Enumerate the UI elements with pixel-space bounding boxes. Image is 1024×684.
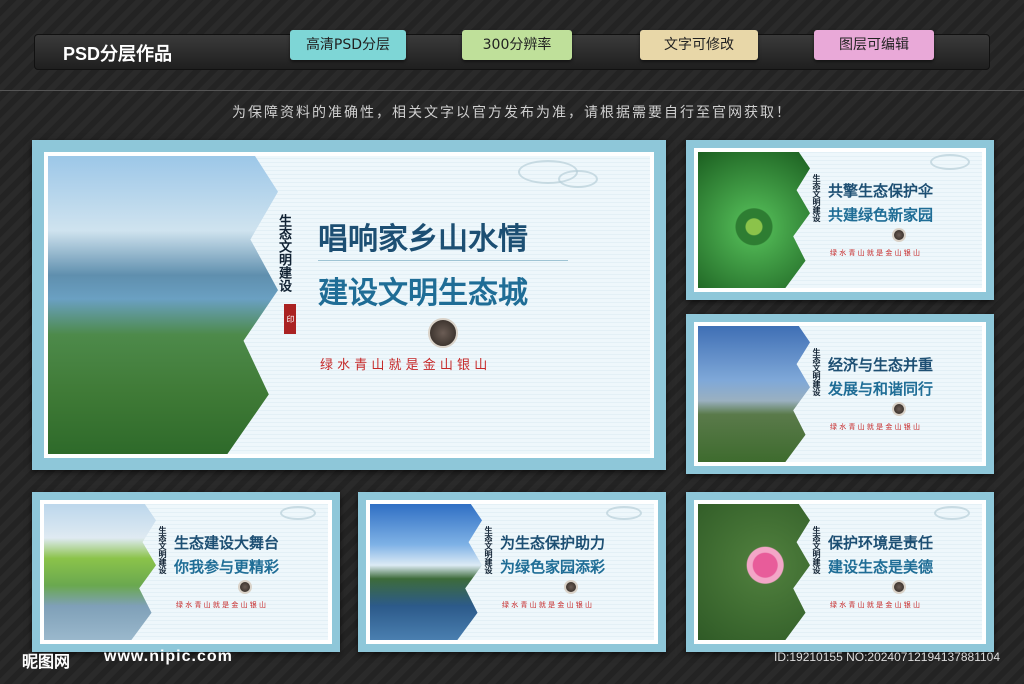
- board-title-1: 唱响家乡山水情: [318, 222, 528, 257]
- lotus-birds-photo: [698, 504, 810, 640]
- forest-aerial-photo: [698, 152, 810, 288]
- emblem-icon: [428, 318, 458, 348]
- seal-text: 生态文明建设: [484, 526, 494, 574]
- title-rule: [318, 260, 568, 261]
- slogan-text: 绿 水 青 山 就 是 金 山 银 山: [502, 601, 593, 609]
- board-title-2: 共建绿色新家园: [828, 206, 934, 224]
- cloud-ornament-icon: [558, 170, 598, 188]
- slogan-text: 绿 水 青 山 就 是 金 山 银 山: [176, 601, 267, 609]
- city-skyline-photo: [698, 326, 810, 462]
- city-lake-photo: [48, 156, 278, 454]
- watermark-url: www.nipic.com: [104, 648, 233, 665]
- board-title-1: 共擎生态保护伞: [828, 182, 934, 200]
- board-title-2: 建设文明生态城: [318, 276, 528, 311]
- board-2-inner: 生态文明建设 共擎生态保护伞 共建绿色新家园 绿 水 青 山 就 是 金 山 银…: [694, 148, 986, 292]
- emblem-icon: [892, 402, 906, 416]
- tag-hd-psd: 高清PSD分层: [290, 30, 406, 60]
- emblem-icon: [238, 580, 252, 594]
- cloud-ornament-icon: [934, 506, 970, 520]
- divider: [0, 90, 1024, 91]
- board-3-inner: 生态文明建设 经济与生态并重 发展与和谐同行 绿 水 青 山 就 是 金 山 银…: [694, 322, 986, 466]
- slogan-text: 绿 水 青 山 就 是 金 山 银 山: [320, 358, 488, 373]
- seal-text: 生态文明建设: [158, 526, 168, 574]
- emblem-icon: [564, 580, 578, 594]
- emblem-icon: [892, 580, 906, 594]
- brand-title: PSD分层作品: [63, 44, 173, 64]
- board-title-2: 建设生态是美德: [828, 558, 934, 576]
- watermark-logo: 昵图网: [22, 652, 71, 671]
- board-6: 生态文明建设 保护环境是责任 建设生态是美德 绿 水 青 山 就 是 金 山 银…: [686, 492, 994, 652]
- image-id-text: ID:19210155 NO:20240712194137881104: [774, 650, 1000, 664]
- slogan-text: 绿 水 青 山 就 是 金 山 银 山: [830, 601, 921, 609]
- emblem-icon: [892, 228, 906, 242]
- cloud-ornament-icon: [606, 506, 642, 520]
- seal-text: 生态文明建设: [812, 348, 822, 396]
- tag-editable-layers: 图层可编辑: [814, 30, 934, 60]
- board-title-1: 保护环境是责任: [828, 534, 934, 552]
- seal-text: 生态文明建设: [276, 214, 291, 292]
- board-main: 生态文明建设 印 唱响家乡山水情 建设文明生态城 绿 水 青 山 就 是 金 山…: [32, 140, 666, 470]
- board-title-2: 你我参与更精彩: [174, 558, 280, 576]
- tag-editable-text: 文字可修改: [640, 30, 758, 60]
- board-5: 生态文明建设 为生态保护助力 为绿色家园添彩 绿 水 青 山 就 是 金 山 银…: [358, 492, 666, 652]
- slogan-text: 绿 水 青 山 就 是 金 山 银 山: [830, 423, 921, 431]
- board-title-1: 生态建设大舞台: [174, 534, 280, 552]
- board-2: 生态文明建设 共擎生态保护伞 共建绿色新家园 绿 水 青 山 就 是 金 山 银…: [686, 140, 994, 300]
- cloud-ornament-icon: [280, 506, 316, 520]
- board-5-inner: 生态文明建设 为生态保护助力 为绿色家园添彩 绿 水 青 山 就 是 金 山 银…: [366, 500, 658, 644]
- board-title-1: 为生态保护助力: [500, 534, 606, 552]
- cranes-wetland-photo: [44, 504, 156, 640]
- seal-text: 生态文明建设: [812, 526, 822, 574]
- tag-resolution: 300分辨率: [462, 30, 572, 60]
- board-main-inner: 生态文明建设 印 唱响家乡山水情 建设文明生态城 绿 水 青 山 就 是 金 山…: [44, 152, 654, 458]
- seal-text: 生态文明建设: [812, 174, 822, 222]
- board-6-inner: 生态文明建设 保护环境是责任 建设生态是美德 绿 水 青 山 就 是 金 山 银…: [694, 500, 986, 644]
- board-4-inner: 生态文明建设 生态建设大舞台 你我参与更精彩 绿 水 青 山 就 是 金 山 银…: [40, 500, 332, 644]
- board-title-2: 为绿色家园添彩: [500, 558, 606, 576]
- board-title-1: 经济与生态并重: [828, 356, 934, 374]
- board-4: 生态文明建设 生态建设大舞台 你我参与更精彩 绿 水 青 山 就 是 金 山 银…: [32, 492, 340, 652]
- lake-mountain-photo: [370, 504, 482, 640]
- notice-text: 为保障资料的准确性，相关文字以官方发布为准，请根据需要自行至官网获取！: [232, 105, 792, 121]
- red-stamp: 印: [284, 304, 296, 334]
- cloud-ornament-icon: [930, 154, 970, 170]
- board-title-2: 发展与和谐同行: [828, 380, 934, 398]
- board-3: 生态文明建设 经济与生态并重 发展与和谐同行 绿 水 青 山 就 是 金 山 银…: [686, 314, 994, 474]
- slogan-text: 绿 水 青 山 就 是 金 山 银 山: [830, 249, 921, 257]
